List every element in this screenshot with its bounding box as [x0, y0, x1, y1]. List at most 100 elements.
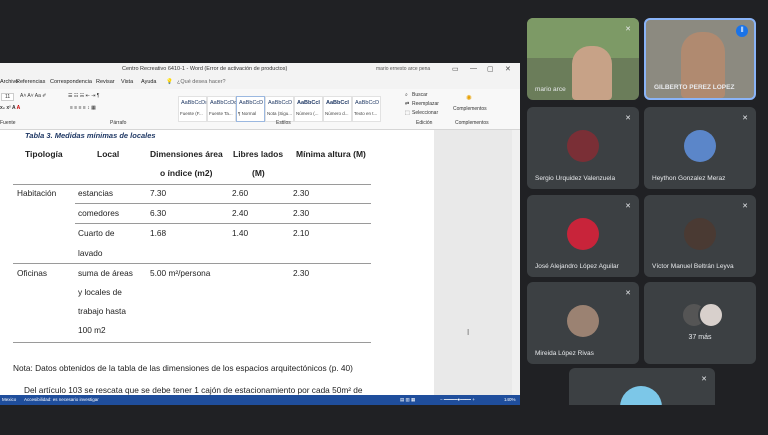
participant-name: GILBERTO PEREZ LOPEZ — [654, 84, 735, 91]
cell-tipologia: Oficinas — [17, 268, 47, 278]
avatar — [567, 305, 599, 337]
maximize-icon[interactable]: ▢ — [487, 65, 494, 73]
buscar-button[interactable]: Buscar — [412, 92, 428, 98]
style-1[interactable]: AaBbCcDd Fuente Ta... — [207, 96, 237, 122]
avatar — [684, 218, 716, 250]
participant-tile[interactable]: ✕ Sergio Urquidez Valenzuela — [527, 107, 639, 189]
cell-libres: 1.40 — [232, 228, 249, 238]
cell-altura: 2.30 — [293, 188, 310, 198]
cell-local-3: trabajo hasta — [78, 306, 126, 316]
cell-local: comedores — [78, 208, 120, 218]
cell-altura: 2.10 — [293, 228, 310, 238]
meeting-bottom-bar — [0, 405, 768, 435]
avatar — [567, 218, 599, 250]
participant-tile[interactable]: ✕ Víctor Manuel Beltrán Leyva — [644, 195, 756, 277]
mic-off-icon: ✕ — [742, 115, 748, 122]
mic-off-icon: ✕ — [625, 115, 631, 122]
format-icons[interactable]: x₂ x² A A — [0, 105, 20, 111]
more-count: 37 más — [688, 334, 712, 341]
avatar — [684, 130, 716, 162]
ribbon-display-icon[interactable]: ▭ — [452, 65, 459, 73]
replace-icon: ⇄ — [405, 101, 410, 107]
participant-tile[interactable]: ✕ Mireida López Rivas — [527, 282, 639, 364]
accessibility-status[interactable]: Accesibilidad: es necesario investigar — [24, 397, 99, 402]
group-estilos: Estilos — [276, 120, 291, 126]
view-icons[interactable]: ▤ ▥ ▦ — [400, 397, 415, 403]
menu-correspondencia[interactable]: Correspondencia — [50, 79, 92, 85]
participant-tile-active[interactable]: ⦀ GILBERTO PEREZ LOPEZ — [644, 18, 756, 100]
cell-local-2: y locales de — [78, 287, 122, 297]
cell-dim: 1.68 — [150, 228, 167, 238]
group-edicion: Edición — [416, 120, 433, 126]
participant-name: Heython Gonzalez Meraz — [652, 175, 726, 182]
list-icons[interactable]: ☰ ☷ ☵ ⇤ ⇥ ¶ — [68, 93, 99, 99]
participant-video — [572, 46, 612, 100]
minimize-icon[interactable]: — — [470, 65, 477, 72]
lightbulb-icon: 💡 — [166, 79, 173, 85]
close-icon[interactable]: ✕ — [505, 65, 511, 73]
cell-local: suma de áreas — [78, 268, 133, 278]
style-3[interactable]: AaBbCcD Nota (Sigu... — [265, 96, 294, 122]
participant-tile[interactable]: ✕ mario arce — [527, 18, 639, 100]
mic-off-icon: ✕ — [742, 203, 748, 210]
shared-screen: Centro Recreativo 6410-1 - Word (Error d… — [0, 63, 520, 405]
participant-name: mario arce — [535, 86, 566, 93]
side-pane: I — [434, 130, 512, 395]
col-header-local: Local — [97, 149, 120, 159]
cell-libres: 2.40 — [232, 208, 249, 218]
table-rule — [75, 203, 371, 204]
table-rule — [13, 263, 371, 264]
participant-tile[interactable]: ✕ Heython Gonzalez Meraz — [644, 107, 756, 189]
group-parrafo: Párrafo — [110, 120, 127, 126]
user-name: mario ernesto arce pena — [376, 66, 431, 72]
cursor-icon: I — [467, 328, 470, 337]
col-header-libres: Libres lados — [233, 149, 284, 159]
tell-me-search[interactable]: ¿Qué desea hacer? — [177, 79, 226, 85]
cell-local-2: lavado — [78, 248, 103, 258]
reemplazar-button[interactable]: Reemplazar — [412, 101, 439, 107]
menu-referencias[interactable]: Referencias — [16, 79, 45, 85]
cell-dim: 7.30 — [150, 188, 167, 198]
col-header-altura: Mínima altura (M) — [296, 149, 366, 159]
select-icon: ⬚ — [405, 110, 410, 116]
style-0[interactable]: AaBbCcDı Fuente (F... — [178, 96, 207, 122]
zoom-level[interactable]: 140% — [504, 397, 516, 402]
table-caption: Tabla 3. Medidas mínimas de locales — [25, 131, 156, 140]
menu-revisar[interactable]: Revisar — [96, 79, 115, 85]
font-size-box[interactable]: 11 — [1, 93, 15, 101]
seleccionar-button[interactable]: Seleccionar — [412, 110, 438, 116]
group-complementos: Complementos — [455, 120, 489, 126]
cell-libres: 2.60 — [232, 188, 249, 198]
align-icons[interactable]: ≡ ≡ ≡ ≡ ↕ ▦ — [70, 105, 96, 111]
window-title: Centro Recreativo 6410-1 - Word (Error d… — [122, 66, 288, 72]
search-icon: ⌕ — [405, 92, 408, 98]
col-header-libres-2: (M) — [252, 168, 265, 178]
cell-local: Cuarto de — [78, 228, 115, 238]
language-indicator[interactable]: Mexico — [2, 397, 16, 402]
zoom-slider[interactable]: − ━━━━━●━━━━ + — [440, 397, 475, 403]
more-participants-tile[interactable]: 37 más — [644, 282, 756, 364]
vertical-scrollbar[interactable] — [512, 130, 520, 395]
complementos-button[interactable]: Complementos — [453, 106, 487, 112]
mic-off-icon: ✕ — [625, 26, 631, 33]
participant-tile[interactable]: ✕ José Alejandro López Aguilar — [527, 195, 639, 277]
table-rule — [75, 223, 371, 224]
mic-off-icon: ✕ — [701, 376, 707, 383]
menu-vista[interactable]: Vista — [121, 79, 133, 85]
table-note: Nota: Datos obtenidos de la tabla de las… — [13, 363, 353, 373]
style-5[interactable]: AaBbCcI Número d... — [323, 96, 352, 122]
participant-name: Sergio Urquidez Valenzuela — [535, 175, 616, 182]
cell-altura: 2.30 — [293, 208, 310, 218]
cell-altura: 2.30 — [293, 268, 310, 278]
cell-dim: 6.30 — [150, 208, 167, 218]
table-rule — [13, 184, 371, 185]
menu-ayuda[interactable]: Ayuda — [141, 79, 157, 85]
style-2[interactable]: AaBbCcD ¶ Normal — [236, 96, 265, 122]
font-grow-icon[interactable]: A˄ A˅ Aa ✐ — [20, 93, 46, 99]
word-statusbar: Mexico Accesibilidad: es necesario inves… — [0, 395, 520, 405]
word-ribbon: 11 A˄ A˅ Aa ✐ ☰ ☷ ☵ ⇤ ⇥ ¶ x₂ x² A A ≡ ≡ … — [0, 89, 520, 130]
word-titlebar: Centro Recreativo 6410-1 - Word (Error d… — [0, 63, 520, 78]
body-paragraph: Del artículo 103 se rescata que se debe … — [24, 385, 363, 395]
style-6[interactable]: AaBbCcD Texto en t... — [352, 96, 381, 122]
style-4[interactable]: AaBbCcI Número (... — [294, 96, 323, 122]
